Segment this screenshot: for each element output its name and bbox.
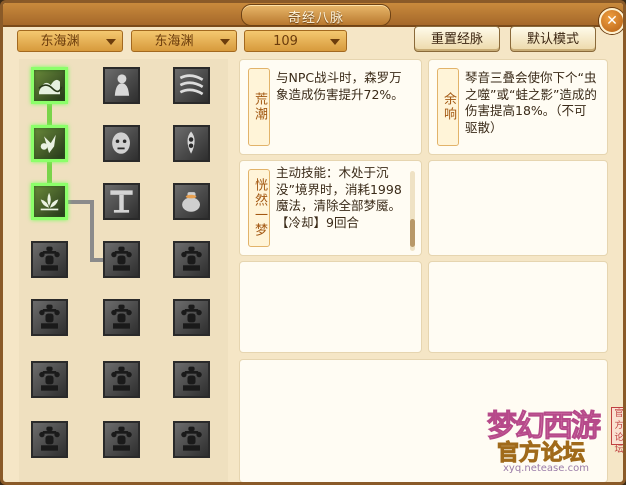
skill-card-empty (428, 261, 608, 353)
skill-card-empty (239, 261, 422, 353)
skill-description: 琴音三叠会使你下个“虫之噬”或“蛙之影”造成的伤害提高18%。（不可驱散） (465, 70, 597, 135)
node-connector (90, 200, 94, 258)
meridian-node[interactable] (173, 361, 210, 398)
reset-meridian-button[interactable]: 重置经脉 (414, 26, 500, 52)
dropdown-value: 东海渊 (154, 34, 194, 49)
window-title: 奇经八脉 (287, 11, 344, 26)
meridian-node[interactable] (103, 67, 140, 104)
school-dropdown-2[interactable]: 东海渊 (131, 30, 237, 52)
meridian-node[interactable] (31, 361, 68, 398)
meridian-node[interactable] (31, 299, 68, 336)
default-mode-button[interactable]: 默认模式 (510, 26, 596, 52)
chevron-down-icon (106, 39, 116, 45)
meridian-node[interactable] (31, 125, 68, 162)
skill-title: 余响 (437, 68, 459, 146)
meridian-node[interactable] (103, 299, 140, 336)
close-icon[interactable]: ✕ (599, 8, 623, 34)
node-connector (68, 200, 92, 204)
skill-title: 恍然一梦 (248, 169, 270, 247)
scrollbar-thumb[interactable] (410, 219, 415, 247)
node-connector (90, 258, 103, 262)
skill-card-1[interactable]: 荒潮 与NPC战斗时，森罗万象造成伤害提升72%。 (239, 59, 422, 155)
dropdown-value: 109 (273, 34, 298, 49)
level-dropdown[interactable]: 109 (244, 30, 347, 52)
meridian-node[interactable] (103, 421, 140, 458)
skill-description: 主动技能：木处于沉没”境界时，消耗1998魔法，清除全部梦魇。 【冷却】9回合 (276, 165, 402, 230)
meridian-node[interactable] (173, 421, 210, 458)
skill-description: 与NPC战斗时，森罗万象造成伤害提升72%。 (276, 70, 404, 102)
node-connector (47, 104, 52, 125)
meridian-node[interactable] (173, 241, 210, 278)
title-bar: 奇经八脉 (3, 3, 623, 27)
dropdown-value: 东海渊 (40, 34, 80, 49)
meridian-node[interactable] (31, 241, 68, 278)
game-logo: 梦幻西游 官方论坛 xyq.netease.com 官方论坛 (487, 401, 623, 482)
meridian-node[interactable] (173, 183, 210, 220)
meridian-node[interactable] (103, 361, 140, 398)
chevron-down-icon (330, 39, 340, 45)
meridian-node[interactable] (31, 421, 68, 458)
skill-card-2[interactable]: 余响 琴音三叠会使你下个“虫之噬”或“蛙之影”造成的伤害提高18%。（不可驱散） (428, 59, 608, 155)
school-dropdown-1[interactable]: 东海渊 (17, 30, 123, 52)
meridian-node[interactable] (31, 183, 68, 220)
meridian-window: 奇经八脉 ✕ 东海渊 东海渊 109 重置经脉 默认模式 风 四 象 五 行 六… (0, 0, 626, 485)
logo-url: xyq.netease.com (503, 463, 589, 474)
skill-card-empty (428, 160, 608, 256)
title-plaque: 奇经八脉 (241, 4, 391, 26)
skill-title: 荒潮 (248, 68, 270, 146)
meridian-node[interactable] (103, 183, 140, 220)
logo-seal: 官方论坛 (611, 407, 623, 455)
meridian-node[interactable] (31, 67, 68, 104)
meridian-node[interactable] (103, 125, 140, 162)
meridian-node[interactable] (173, 299, 210, 336)
skill-card-3[interactable]: 恍然一梦 主动技能：木处于沉没”境界时，消耗1998魔法，清除全部梦魇。 【冷却… (239, 160, 422, 256)
meridian-node[interactable] (173, 67, 210, 104)
chevron-down-icon (220, 39, 230, 45)
meridian-tree-panel (19, 59, 228, 482)
meridian-node[interactable] (103, 241, 140, 278)
meridian-node[interactable] (173, 125, 210, 162)
node-connector (47, 162, 52, 183)
